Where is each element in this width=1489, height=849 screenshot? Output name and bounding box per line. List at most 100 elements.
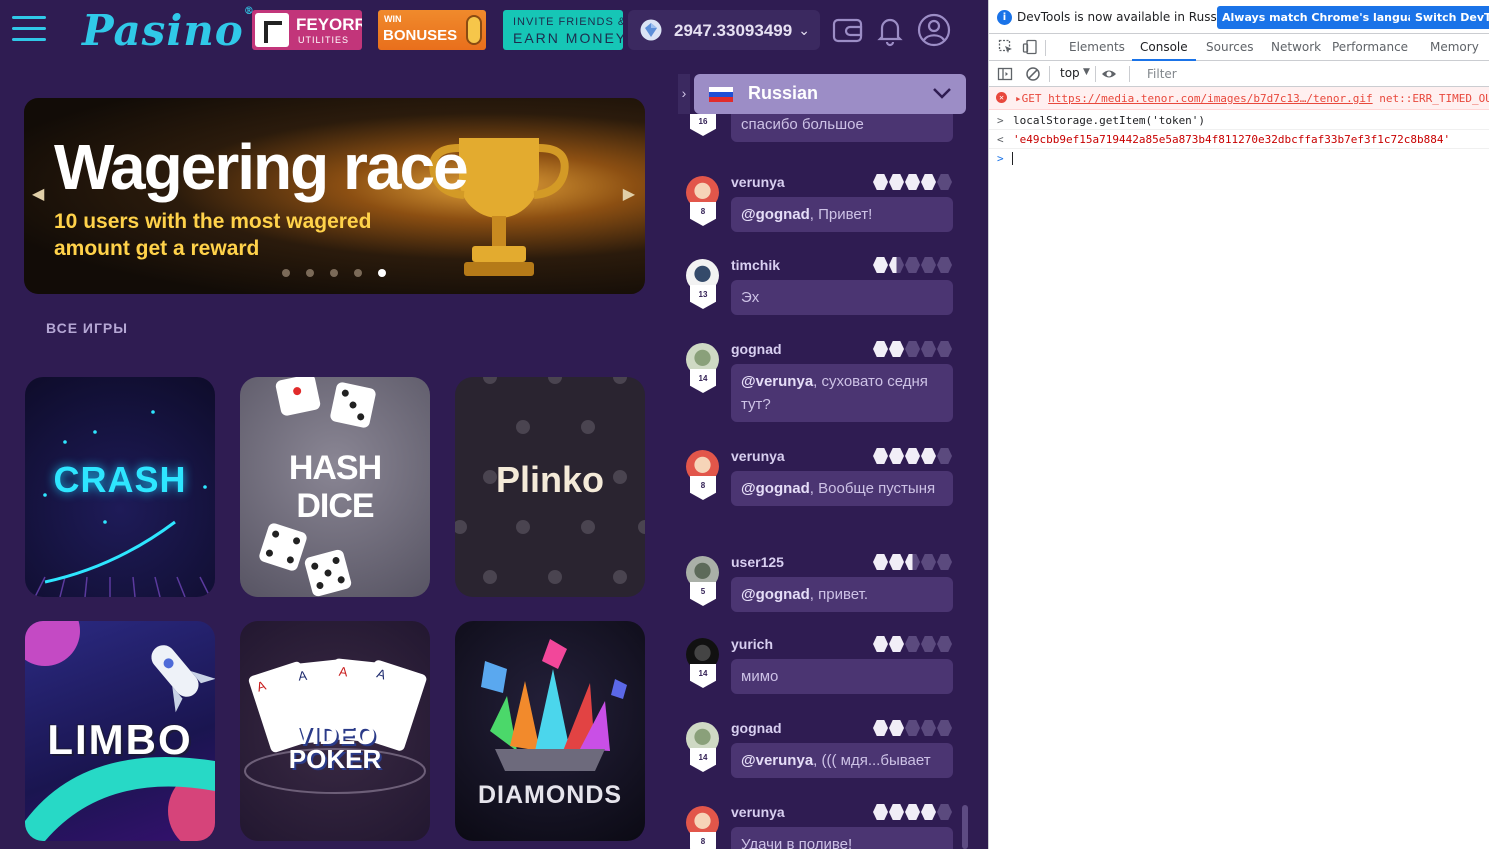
device-toolbar-icon[interactable] [1022, 39, 1038, 55]
switch-devtools-language-button[interactable]: Switch DevTools [1410, 6, 1489, 29]
rank-hexagon-icon [905, 174, 920, 190]
game-card-diamonds[interactable]: DIAMONDS [455, 621, 645, 841]
chat-username[interactable]: verunya [731, 448, 785, 464]
chat-username[interactable]: yurich [731, 636, 773, 652]
rank-hexagon-icon [905, 448, 920, 464]
game-card-plinko[interactable]: Plinko [455, 377, 645, 597]
rank-hexagon-icon [921, 341, 936, 357]
diamond-icon [640, 19, 662, 41]
live-expression-eye-icon[interactable] [1101, 66, 1117, 82]
rank-hexagon-icon [889, 257, 904, 273]
chat-mention[interactable]: @verunya [741, 373, 813, 390]
sidebar-toggle-icon[interactable] [997, 66, 1013, 82]
rank-hexagon-icon [873, 174, 888, 190]
rank-hexagon-icon [889, 448, 904, 464]
chat-bubble: спасибо большое [731, 114, 953, 142]
menu-icon[interactable] [12, 16, 46, 44]
chat-username[interactable]: timchik [731, 257, 780, 273]
level-badge: 8 [690, 832, 716, 849]
chat-username[interactable]: user125 [731, 554, 784, 570]
rank-hexagon-icon [921, 720, 936, 736]
rank-hexagon-icon [889, 636, 904, 652]
chat-message-text: , ((( мдя...бывает [813, 752, 931, 769]
game-card-hash-dice[interactable]: HASH DICE [240, 377, 430, 597]
chat-mention[interactable]: @gognad [741, 206, 810, 223]
error-method: ▸GET [1015, 92, 1042, 105]
rank-hexagon-icon [937, 804, 952, 820]
game-title-diamonds: DIAMONDS [477, 781, 623, 809]
chat-username[interactable]: gognad [731, 720, 782, 736]
chat-message-list[interactable]: 16 спасибо большое 8 verunya @gognad, Привет… [682, 114, 964, 849]
top-bar: Pasino® FEYORRA UTILITIES WIN BONUSES IN… [0, 0, 980, 62]
clear-console-icon[interactable] [1025, 66, 1041, 82]
rank-hexagon-icon [921, 636, 936, 652]
console-filter-input[interactable]: Filter [1147, 67, 1177, 81]
chat-mention[interactable]: @gognad [741, 480, 810, 497]
chat-username[interactable]: verunya [731, 804, 785, 820]
rank-indicator [873, 174, 952, 190]
console-result-line[interactable]: < 'e49cbb9ef15a719442a85e5a873b4f811270e… [989, 130, 1489, 149]
inspect-element-icon[interactable] [998, 39, 1014, 55]
level-badge: 8 [690, 476, 716, 500]
chat-bubble: @gognad, привет. [731, 577, 953, 612]
carousel-next-icon[interactable]: ▶ [623, 184, 635, 204]
chat-username[interactable]: gognad [731, 341, 782, 357]
section-title: ВСЕ ИГРЫ [46, 320, 128, 336]
input-prompt-icon: > [997, 152, 1004, 165]
tab-sources[interactable]: Sources [1206, 40, 1253, 54]
chat-username[interactable]: verunya [731, 174, 785, 190]
carousel-dot[interactable] [306, 269, 314, 277]
chat-mention[interactable]: @verunya [741, 752, 813, 769]
chat-scrollbar[interactable] [962, 805, 968, 849]
carousel-dot[interactable] [354, 269, 362, 277]
bell-icon[interactable] [872, 12, 908, 48]
carousel-prev-icon[interactable]: ◀ [32, 184, 44, 204]
console-result-text: 'e49cbb9ef15a719442a85e5a873b4f811270e32… [1013, 133, 1451, 146]
tab-network[interactable]: Network [1271, 40, 1321, 54]
carousel-dot[interactable] [378, 269, 386, 277]
wallet-icon[interactable] [830, 12, 866, 48]
carousel-dots [282, 269, 386, 277]
feyorra-promo-banner[interactable]: FEYORRA UTILITIES [252, 10, 362, 50]
carousel-dot[interactable] [330, 269, 338, 277]
tab-elements[interactable]: Elements [1069, 40, 1125, 54]
chat-message-text: , Вообще пустыня [809, 480, 936, 497]
chat-bubble: @gognad, Привет! [731, 197, 953, 232]
rank-hexagon-icon [873, 720, 888, 736]
rank-hexagon-icon [905, 554, 920, 570]
game-card-limbo[interactable]: LIMBO [25, 621, 215, 841]
console-input[interactable]: > [989, 149, 1489, 169]
game-card-video-poker[interactable]: A A A A VIDEO POKER [240, 621, 430, 841]
win-bonuses-banner[interactable]: WIN BONUSES [378, 10, 486, 50]
game-card-crash[interactable]: CRASH [25, 377, 215, 597]
chevron-down-icon [933, 88, 951, 99]
user-icon[interactable] [916, 12, 952, 48]
feyorra-logo-icon [255, 13, 289, 47]
level-badge: 14 [690, 664, 716, 688]
error-url-link[interactable]: https://media.tenor.com/images/b7d7c13…/… [1048, 92, 1373, 105]
carousel-dot[interactable] [282, 269, 290, 277]
rank-hexagon-icon [921, 804, 936, 820]
level-badge: 8 [690, 202, 716, 226]
rank-hexagon-icon [873, 554, 888, 570]
rank-hexagon-icon [921, 257, 936, 273]
game-title-limbo: LIMBO [47, 716, 193, 763]
tab-console[interactable]: Console [1132, 40, 1196, 61]
context-selector[interactable]: top [1060, 66, 1080, 80]
site-logo[interactable]: Pasino® [82, 6, 255, 55]
invite-friends-banner[interactable]: INVITE FRIENDS & EARN MONEY [503, 10, 623, 50]
promo-banner-carousel[interactable]: Wagering race 10 users with the most wag… [24, 98, 645, 294]
rank-indicator [873, 636, 952, 652]
console-error-message[interactable]: ✕ ▸GET https://media.tenor.com/images/b7… [989, 87, 1489, 110]
tab-performance[interactable]: Performance [1332, 40, 1408, 54]
chat-mention[interactable]: @gognad [741, 586, 810, 603]
rank-indicator [873, 257, 952, 273]
rank-hexagon-icon [937, 257, 952, 273]
chat-language-select[interactable]: Russian [694, 74, 966, 114]
match-language-button[interactable]: Always match Chrome's language [1217, 6, 1436, 29]
console-command-line[interactable]: > localStorage.getItem('token') [989, 111, 1489, 130]
rank-hexagon-icon [937, 636, 952, 652]
balance-selector[interactable]: 2947.33093499 ⌄ [628, 10, 820, 50]
tab-memory[interactable]: Memory [1430, 40, 1479, 54]
chat-collapse-icon[interactable]: › [678, 74, 690, 114]
